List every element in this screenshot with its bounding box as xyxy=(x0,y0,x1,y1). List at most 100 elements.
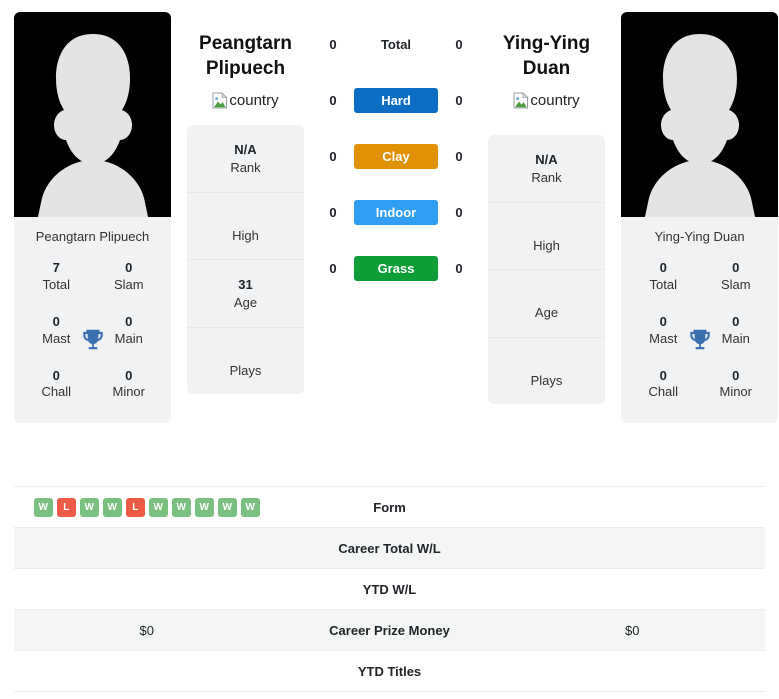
right-info-plays-value xyxy=(492,354,601,372)
h2h-total-label: Total xyxy=(380,36,412,52)
right-titles-total-label: Total xyxy=(649,276,677,292)
h2h-clay-right-value: 0 xyxy=(455,148,463,164)
right-player-photo-name: Ying-Ying Duan xyxy=(654,229,745,244)
h2h-row-total: 0 Total 0 xyxy=(320,30,472,58)
right-info-plays-label: Plays xyxy=(530,372,563,388)
right-info-rank-label: Rank xyxy=(531,170,562,186)
right-info-rank-value: N/A xyxy=(535,152,558,168)
left-info-high-label: High xyxy=(232,227,259,243)
right-info-high-value xyxy=(492,219,601,237)
h2h-clay-left-value: 0 xyxy=(329,148,337,164)
form-left-cell: WLWWLWWWWW xyxy=(14,497,280,517)
right-player-profile-card[interactable]: Ying-Ying Duan 0 Total 0 Slam 0 Mast 0 M… xyxy=(621,12,778,424)
left-titles-chall-value: 0 xyxy=(52,367,60,383)
head-to-head-column: 0 Total 0 0 Hard 0 0 Clay 0 0 Indoor 0 0 xyxy=(320,12,472,282)
left-form-badges: WLWWLWWWWW xyxy=(33,497,260,517)
stats-row-ytd-titles-label: YTD Titles xyxy=(357,663,422,679)
left-info-high: High xyxy=(187,193,304,261)
stats-row-career-total-wl: Career Total W/L xyxy=(14,528,765,569)
right-info-rank: N/A Rank xyxy=(488,135,605,203)
right-info-age: Age xyxy=(488,270,605,338)
right-titles-chall-label: Chall xyxy=(648,384,679,400)
comparison-header: Peangtarn Plipuech 7 Total 0 Slam 0 Mast xyxy=(0,0,779,478)
left-info-plays: Plays xyxy=(187,328,304,395)
player-silhouette-icon xyxy=(37,34,148,217)
form-badge-l: L xyxy=(125,497,145,517)
right-titles-total-value: 0 xyxy=(659,260,667,275)
left-info-rank: N/A Rank xyxy=(187,125,304,193)
right-player-info-column: Ying-Ying Duan country N/A Rank High Age… xyxy=(488,12,605,405)
left-titles-slam-value: 0 xyxy=(125,260,133,275)
form-badge-l: L xyxy=(56,497,76,517)
right-info-high-label: High xyxy=(533,237,560,253)
left-titles-slam: 0 Slam xyxy=(93,254,166,302)
right-info-age-label: Age xyxy=(534,305,559,321)
left-player-country: country xyxy=(212,92,279,110)
right-titles-minor-label: Minor xyxy=(719,384,752,400)
h2h-clay-badge[interactable]: Clay xyxy=(354,143,438,169)
left-info-plays-value xyxy=(191,344,300,362)
left-player-first-name: Peangtarn xyxy=(199,33,292,54)
left-player-last-name: Plipuech xyxy=(205,58,286,80)
left-info-age-value: 31 xyxy=(238,277,253,293)
right-player-info-card: N/A Rank High Age Plays xyxy=(488,135,605,405)
trophy-icon xyxy=(82,329,103,349)
stats-row-ytd-wl: YTD W/L xyxy=(14,569,765,610)
h2h-row-indoor: 0 Indoor 0 xyxy=(320,198,472,226)
right-player-last-name: Duan xyxy=(522,58,571,80)
stats-row-career-prize-money-label: Career Prize Money xyxy=(329,622,450,638)
stats-row-form-label: Form xyxy=(373,499,406,515)
h2h-indoor-left-value: 0 xyxy=(329,204,337,220)
right-info-plays: Plays xyxy=(488,338,605,405)
left-titles-total: 7 Total xyxy=(20,254,93,302)
left-titles-minor-value: 0 xyxy=(125,367,133,383)
right-player-photo xyxy=(621,12,778,217)
right-info-high: High xyxy=(488,203,605,271)
player-silhouette-icon xyxy=(644,34,755,217)
h2h-row-clay: 0 Clay 0 xyxy=(320,142,472,170)
right-titles-slam: 0 Slam xyxy=(700,254,773,302)
left-titles-chall: 0 Chall xyxy=(20,362,93,410)
right-info-age-value xyxy=(492,286,601,304)
h2h-row-grass: 0 Grass 0 xyxy=(320,254,472,282)
stats-row-career-prize-money: $0 Career Prize Money $0 xyxy=(14,610,765,651)
left-player-info-card: N/A Rank High 31 Age Plays xyxy=(187,125,304,395)
h2h-total-right-value: 0 xyxy=(455,36,463,52)
stats-comparison-table: WLWWLWWWWW Form Career Total W/L YTD W/L… xyxy=(14,486,765,692)
h2h-indoor-badge[interactable]: Indoor xyxy=(354,199,438,225)
h2h-grass-badge[interactable]: Grass xyxy=(354,255,438,281)
left-titles-chall-label: Chall xyxy=(41,384,72,400)
h2h-grass-left-value: 0 xyxy=(329,260,337,276)
h2h-grass-right-value: 0 xyxy=(455,260,463,276)
left-player-info-column: Peangtarn Plipuech country N/A Rank High… xyxy=(187,12,304,395)
stats-row-form: WLWWLWWWWW Form xyxy=(14,487,765,528)
left-player-country-alt: country xyxy=(229,92,279,110)
right-titles-chall-value: 0 xyxy=(659,367,667,383)
left-info-plays-label: Plays xyxy=(229,362,262,378)
right-titles-slam-label: Slam xyxy=(720,276,751,292)
h2h-total-left-value: 0 xyxy=(329,36,337,52)
h2h-hard-badge[interactable]: Hard xyxy=(354,87,438,113)
left-info-high-value xyxy=(191,209,300,227)
left-player-name: Peangtarn Plipuech xyxy=(199,31,292,81)
form-badge-w: W xyxy=(148,497,168,517)
right-player-country-alt: country xyxy=(530,92,580,110)
h2h-row-hard: 0 Hard 0 xyxy=(320,86,472,114)
left-player-photo-name: Peangtarn Plipuech xyxy=(35,229,150,244)
right-player-titles-grid: 0 Total 0 Slam 0 Mast 0 Main 0 Chall 0 M… xyxy=(621,254,778,423)
left-titles-minor-label: Minor xyxy=(112,384,145,400)
stats-row-ytd-wl-label: YTD W/L xyxy=(362,581,417,597)
left-info-age: 31 Age xyxy=(187,260,304,328)
h2h-hard-left-value: 0 xyxy=(329,92,337,108)
career-prize-money-right-value: $0 xyxy=(625,622,640,638)
left-info-age-label: Age xyxy=(233,295,258,311)
left-player-photo xyxy=(14,12,171,217)
form-badge-w: W xyxy=(240,497,260,517)
player-comparison-page: Peangtarn Plipuech 7 Total 0 Slam 0 Mast xyxy=(0,0,779,699)
trophy-icon xyxy=(689,329,710,349)
h2h-indoor-right-value: 0 xyxy=(455,204,463,220)
right-titles-minor-value: 0 xyxy=(732,367,740,383)
left-player-profile-card[interactable]: Peangtarn Plipuech 7 Total 0 Slam 0 Mast xyxy=(14,12,171,424)
left-titles-minor: 0 Minor xyxy=(93,362,166,410)
broken-image-icon xyxy=(513,92,529,109)
